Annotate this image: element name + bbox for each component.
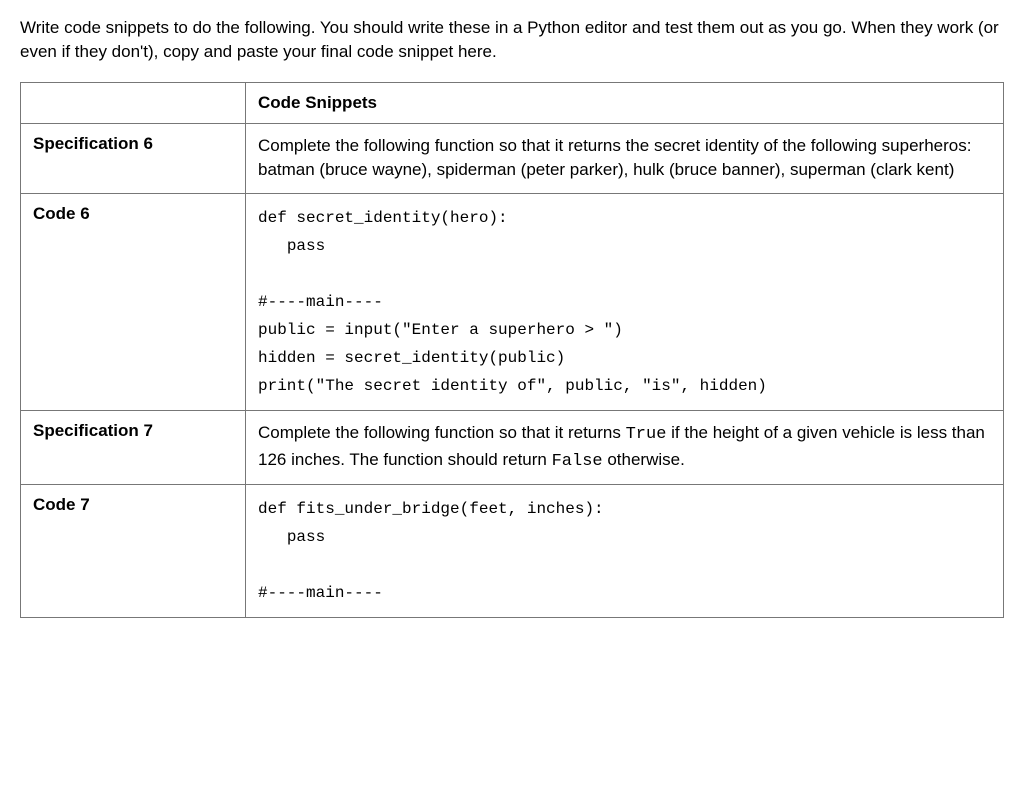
spec7-false: False xyxy=(552,452,603,471)
spec6-label: Specification 6 xyxy=(21,123,246,193)
spec7-post: otherwise. xyxy=(603,450,685,469)
code7-text: def fits_under_bridge(feet, inches): pas… xyxy=(246,485,1004,618)
table-row: Specification 7 Complete the following f… xyxy=(21,410,1004,484)
instructions-text: Write code snippets to do the following.… xyxy=(20,16,1004,64)
spec7-true: True xyxy=(626,425,667,444)
table-row: Specification 6 Complete the following f… xyxy=(21,123,1004,193)
spec6-text: Complete the following function so that … xyxy=(246,123,1004,193)
code7-label: Code 7 xyxy=(21,485,246,618)
code6-label: Code 6 xyxy=(21,193,246,410)
spec7-text: Complete the following function so that … xyxy=(246,410,1004,484)
spec7-pre: Complete the following function so that … xyxy=(258,423,626,442)
table-row: Code 6 def secret_identity(hero): pass #… xyxy=(21,193,1004,410)
code-snippets-table: Code Snippets Specification 6 Complete t… xyxy=(20,82,1004,619)
code6-text: def secret_identity(hero): pass #----mai… xyxy=(246,193,1004,410)
header-empty-cell xyxy=(21,82,246,123)
header-code-snippets: Code Snippets xyxy=(246,82,1004,123)
table-row: Code 7 def fits_under_bridge(feet, inche… xyxy=(21,485,1004,618)
table-header-row: Code Snippets xyxy=(21,82,1004,123)
spec7-label: Specification 7 xyxy=(21,410,246,484)
